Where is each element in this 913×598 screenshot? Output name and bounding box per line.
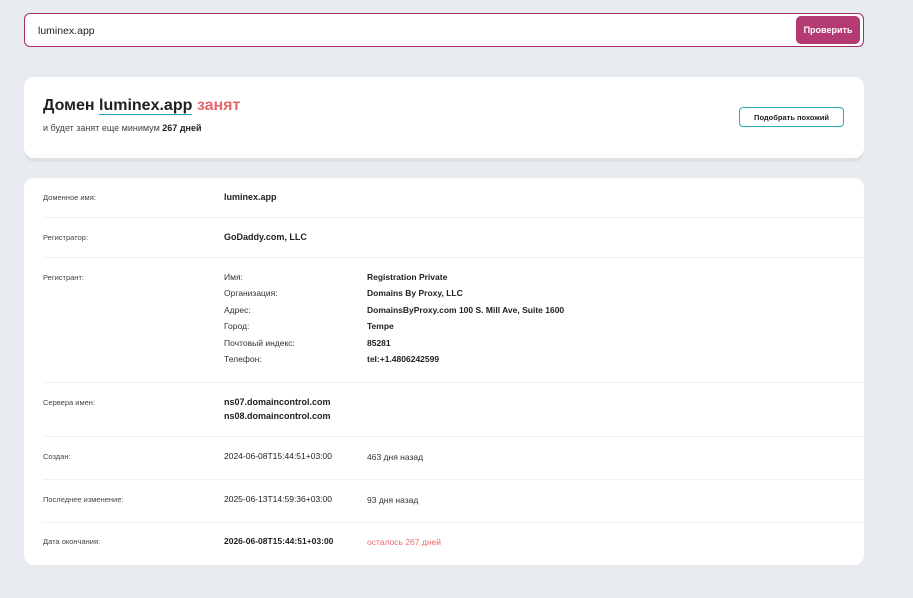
created-label: Создан:	[43, 452, 71, 461]
row-registrant: Регистрант: Имя: Registration Private Ор…	[24, 258, 864, 383]
updated-ago: 93 дня назад	[367, 495, 419, 505]
row-registrar: Регистратор: GoDaddy.com, LLC	[24, 218, 864, 258]
expires-value: 2026-06-08T15:44:51+03:00	[224, 536, 334, 546]
registrant-field-value: Domains By Proxy, LLC	[367, 288, 463, 298]
expires-label: Дата окончания:	[43, 537, 101, 546]
row-created: Создан: 2024-06-08T15:44:51+03:00 463 дн…	[24, 437, 864, 480]
row-nameservers: Сервера имен: ns07.domaincontrol.com ns0…	[24, 383, 864, 437]
registrant-field-value: tel:+1.4806242599	[367, 354, 440, 364]
registrant-field-label: Телефон:	[224, 354, 262, 364]
created-ago: 463 дня назад	[367, 452, 424, 462]
check-button[interactable]: Проверить	[796, 16, 860, 44]
updated-value: 2025-06-13T14:59:36+03:00	[224, 494, 332, 504]
domain-status-card: Домен luminex.app занят и будет занят ещ…	[24, 77, 864, 158]
registrant-field-label: Адрес:	[224, 305, 251, 315]
domain-status-title: Домен luminex.app занят	[43, 97, 240, 115]
registrant-field-label: Почтовый индекс:	[224, 338, 295, 348]
status-domain-link[interactable]: luminex.app	[99, 97, 193, 115]
status-state: занят	[196, 97, 241, 114]
registrar-label: Регистратор:	[43, 233, 88, 242]
registrant-label: Регистрант:	[43, 273, 84, 282]
domain-value: luminex.app	[224, 192, 277, 202]
whois-info-card: Доменное имя: luminex.app Регистратор: G…	[24, 178, 864, 565]
nameserver-value: ns08.domaincontrol.com	[224, 411, 331, 421]
registrant-field-value: Registration Private	[367, 272, 448, 282]
domain-label: Доменное имя:	[43, 193, 96, 202]
registrant-field-label: Город:	[224, 321, 250, 331]
nameservers-label: Сервера имен:	[43, 398, 95, 407]
search-bar: Проверить	[24, 13, 864, 47]
status-prefix: Домен	[43, 97, 95, 114]
registrant-field-value: 85281	[367, 338, 391, 348]
registrant-field-label: Имя:	[224, 272, 243, 282]
status-sub-days: 267 дней	[162, 123, 202, 133]
registrant-field-label: Организация:	[224, 288, 278, 298]
updated-label: Последнее изменение:	[43, 495, 124, 504]
status-sub-prefix: и будет занят еще минимум	[43, 123, 160, 133]
status-subtitle: и будет занят еще минимум 267 дней	[43, 123, 202, 133]
row-expires: Дата окончания: 2026-06-08T15:44:51+03:0…	[24, 523, 864, 565]
row-domain: Доменное имя: luminex.app	[24, 178, 864, 218]
registrant-field-value: Tempe	[367, 321, 394, 331]
domain-search-input[interactable]	[38, 23, 738, 39]
created-value: 2024-06-08T15:44:51+03:00	[224, 451, 332, 461]
registrant-field-value: DomainsByProxy.com 100 S. Mill Ave, Suit…	[367, 305, 565, 315]
expires-remaining: осталось 267 дней	[367, 537, 441, 547]
nameserver-value: ns07.domaincontrol.com	[224, 397, 331, 407]
row-updated: Последнее изменение: 2025-06-13T14:59:36…	[24, 480, 864, 523]
find-similar-button[interactable]: Подобрать похожий	[739, 107, 844, 127]
registrar-value: GoDaddy.com, LLC	[224, 232, 307, 242]
